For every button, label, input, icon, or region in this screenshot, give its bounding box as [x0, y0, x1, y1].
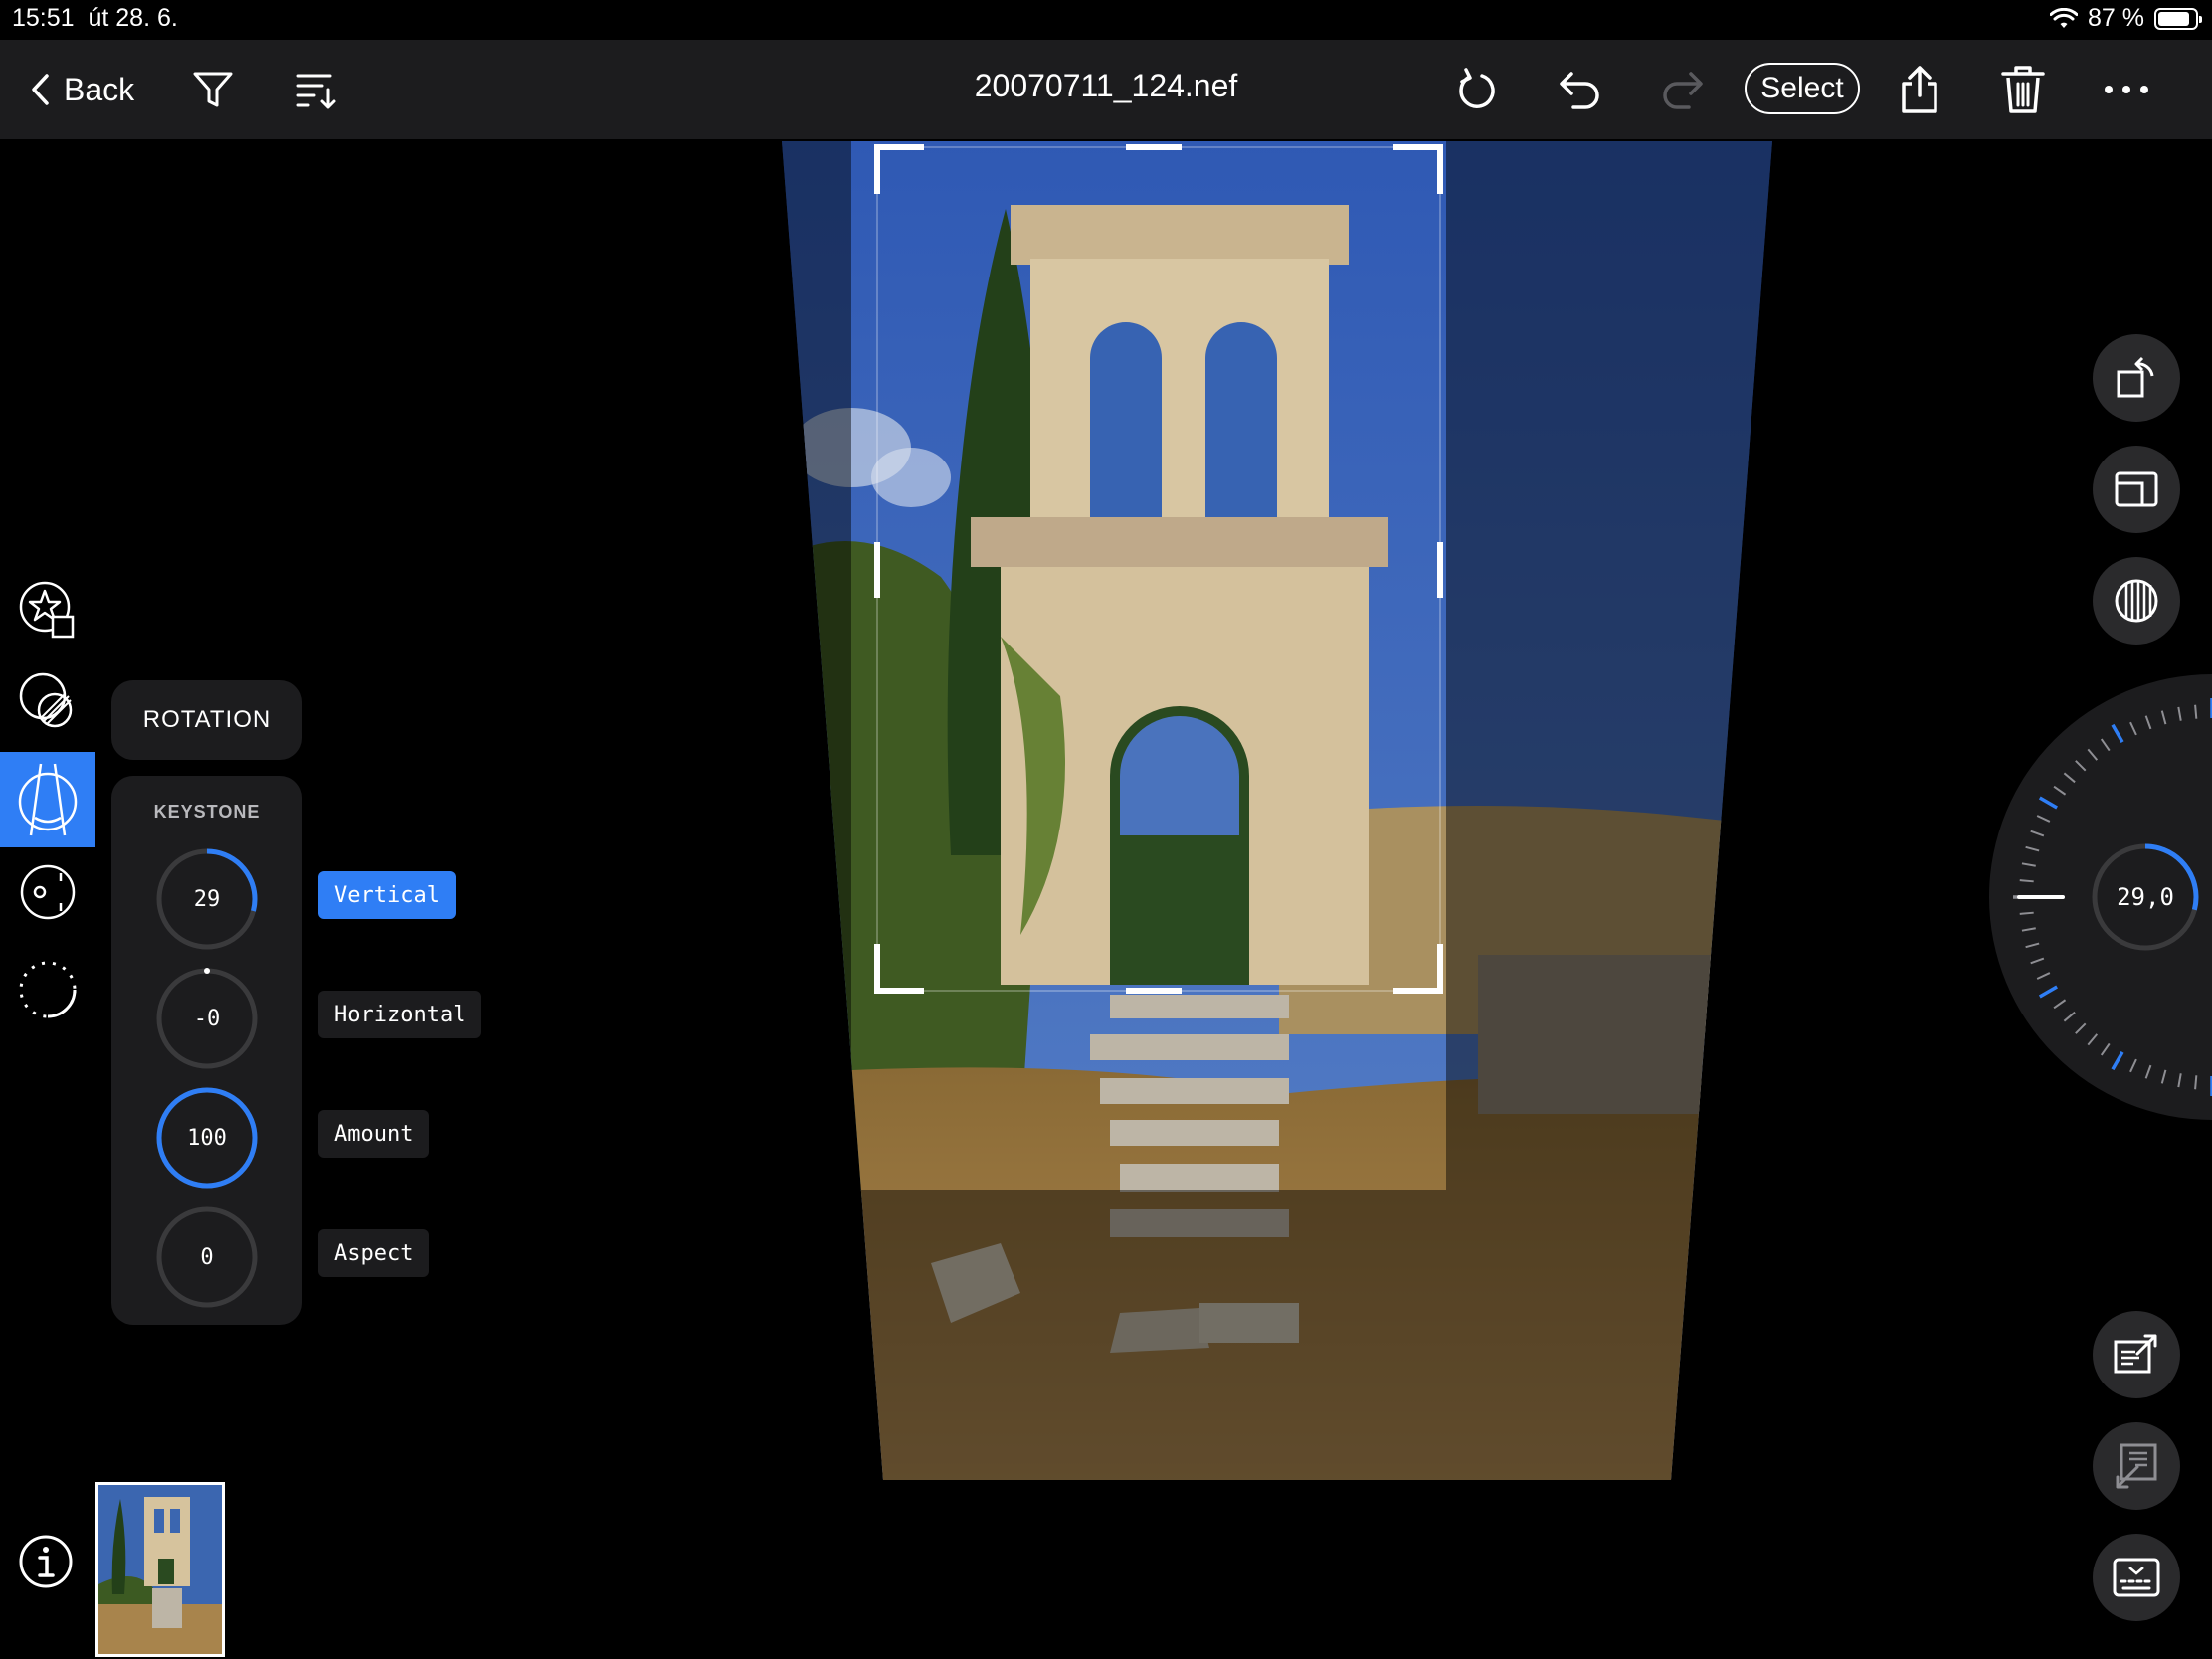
mask-button[interactable]	[0, 656, 95, 746]
export-icon	[2114, 1334, 2157, 1374]
aspect-ratio-button[interactable]	[2093, 446, 2180, 533]
rotation-wheel[interactable]: 29,0	[1987, 674, 2212, 1120]
status-indicators: 87 %	[2050, 4, 2202, 33]
rotate-crop-icon	[2117, 356, 2154, 398]
geometry-button[interactable]	[0, 752, 95, 847]
aspect-chip[interactable]: Aspect	[318, 1229, 430, 1277]
aspect-ratio-icon	[2115, 471, 2158, 507]
share-button[interactable]	[1890, 60, 1949, 119]
lens-icon	[20, 864, 76, 920]
rotate-dashed-icon	[19, 961, 77, 1018]
thumbnail-image	[98, 1485, 222, 1654]
filmstrip-thumbnail[interactable]	[95, 1482, 225, 1657]
info-button[interactable]	[18, 1534, 74, 1589]
keyboard-button[interactable]	[2093, 1534, 2180, 1621]
status-date: út 28. 6.	[88, 4, 178, 32]
aspect-dial[interactable]: 0	[153, 1203, 261, 1311]
vertical-chip[interactable]: Vertical	[318, 871, 456, 919]
sort-button[interactable]	[286, 60, 346, 119]
amount-dial[interactable]: 100	[153, 1084, 261, 1192]
trash-icon	[2001, 66, 2045, 113]
redo-button[interactable]	[1653, 60, 1713, 119]
grid-overlay-icon	[2115, 579, 2158, 623]
horizontal-chip[interactable]: Horizontal	[318, 991, 482, 1038]
grid-overlay-button[interactable]	[2093, 557, 2180, 645]
more-button[interactable]	[2097, 60, 2156, 119]
rotate-crop-button[interactable]	[2093, 334, 2180, 422]
geometry-keystone-icon	[18, 763, 78, 836]
sort-icon	[296, 74, 336, 109]
photo-preview	[782, 141, 1772, 1480]
more-icon	[2105, 86, 2148, 93]
wifi-icon	[2050, 7, 2079, 28]
keystone-panel: KEYSTONE 29 -0 100 0	[111, 776, 302, 1325]
import-icon	[2116, 1443, 2157, 1489]
export-button[interactable]	[2093, 1311, 2180, 1398]
vertical-value: 29	[193, 886, 221, 912]
undo-icon	[1560, 72, 1599, 109]
battery-percent: 87 %	[2088, 4, 2144, 32]
share-icon	[1902, 66, 1937, 113]
presets-button[interactable]	[0, 565, 95, 654]
filter-button[interactable]	[183, 60, 243, 119]
amount-value: 100	[187, 1125, 227, 1151]
revert-icon	[1459, 68, 1495, 108]
keyboard-icon	[2113, 1558, 2160, 1597]
redo-icon	[1663, 72, 1703, 109]
rotation-value: 29,0	[2117, 883, 2174, 911]
back-label: Back	[64, 71, 135, 107]
import-button[interactable]	[2093, 1422, 2180, 1510]
undo-button[interactable]	[1550, 60, 1609, 119]
presets-star-icon	[19, 581, 75, 639]
info-icon	[19, 1535, 73, 1588]
filter-icon	[193, 72, 233, 107]
rotate-tool-button[interactable]	[0, 945, 95, 1034]
wheel-tick	[2019, 911, 2034, 915]
aspect-value: 0	[200, 1244, 214, 1270]
vertical-dial[interactable]: 29	[153, 845, 261, 953]
rotation-tab[interactable]: ROTATION	[111, 680, 302, 760]
mask-icon	[19, 672, 73, 728]
wheel-tick	[2194, 1075, 2198, 1090]
keystone-title: KEYSTONE	[153, 802, 261, 822]
chevron-left-icon	[32, 74, 49, 105]
lens-button[interactable]	[0, 847, 95, 937]
photo-canvas[interactable]	[782, 139, 1772, 1482]
wheel-tick	[2019, 879, 2034, 883]
status-time: 15:51 út 28. 6.	[12, 4, 178, 32]
toolbar: Back 20070711_124.nef Select	[0, 40, 2212, 139]
battery-icon	[2154, 7, 2202, 30]
select-button[interactable]: Select	[1745, 63, 1860, 114]
amount-chip[interactable]: Amount	[318, 1110, 430, 1158]
wheel-tick	[2194, 704, 2198, 719]
delete-button[interactable]	[1993, 60, 2053, 119]
back-button[interactable]: Back	[30, 62, 134, 117]
revert-button[interactable]	[1446, 60, 1506, 119]
horizontal-value: -0	[193, 1006, 221, 1031]
horizontal-dial[interactable]: -0	[153, 965, 261, 1072]
